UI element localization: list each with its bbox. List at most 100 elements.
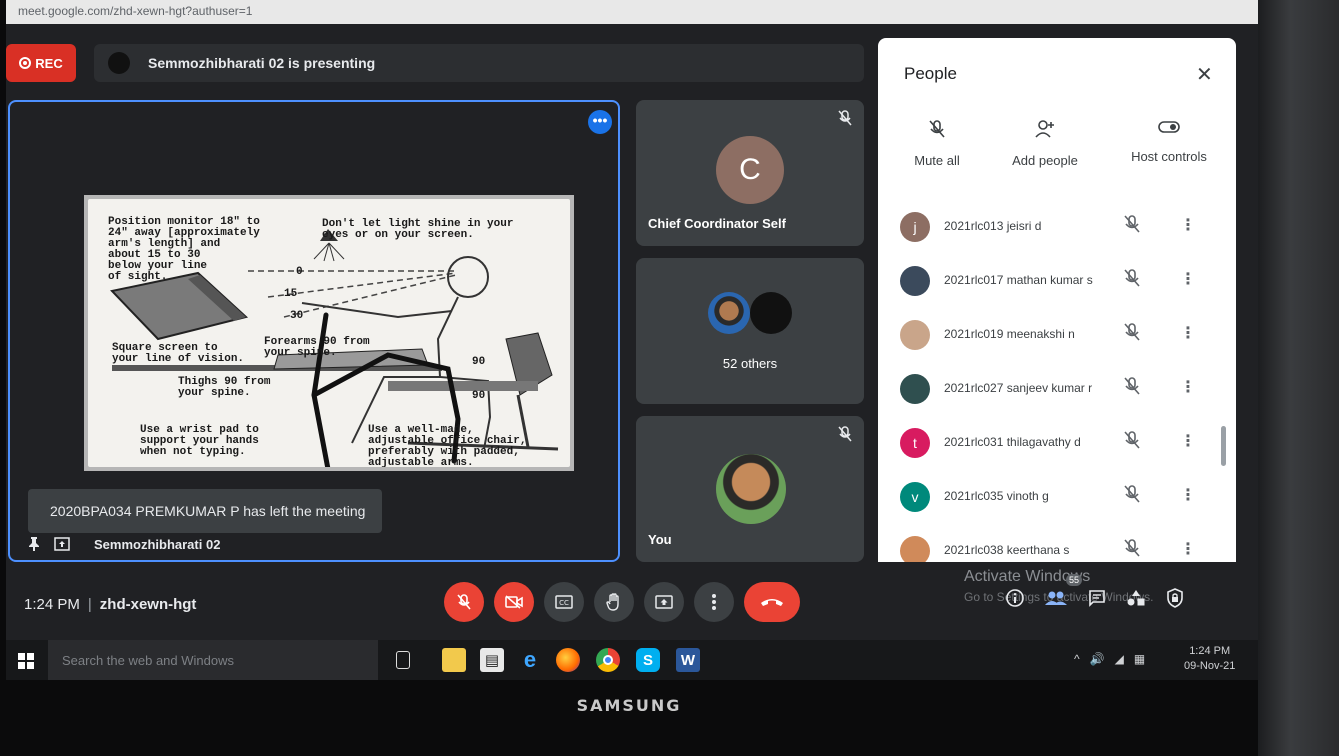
panel-title: People xyxy=(904,64,957,83)
skype-icon[interactable]: S xyxy=(636,648,660,672)
end-call-button[interactable] xyxy=(744,582,800,622)
edge-icon[interactable]: e xyxy=(518,647,542,672)
more-vert-icon[interactable]: ⋮ xyxy=(1180,539,1196,559)
slide-text-angle-0: 0 xyxy=(296,266,303,278)
scrollbar-thumb[interactable] xyxy=(1221,426,1226,466)
mute-all-button[interactable]: Mute all xyxy=(882,120,992,168)
participant-tile-chief[interactable]: C Chief Coordinator Self xyxy=(636,100,864,246)
chat-icon[interactable] xyxy=(1088,589,1106,607)
participant-name: 2021rlc017 mathan kumar s xyxy=(944,273,1093,287)
slide-text-chair: Use a well-made, adjustable office chair… xyxy=(368,424,527,468)
info-icon[interactable] xyxy=(1006,589,1024,607)
close-icon[interactable]: ✕ xyxy=(1196,62,1213,87)
store-icon[interactable]: ▤ xyxy=(480,648,504,672)
activities-icon[interactable] xyxy=(1126,589,1146,607)
participant-name: You xyxy=(648,532,672,547)
participant-name: 2021rlc019 meenakshi n xyxy=(944,327,1075,341)
task-view-icon[interactable] xyxy=(396,651,410,669)
volume-icon[interactable]: 🔊 xyxy=(1090,652,1105,666)
present-screen-icon xyxy=(655,595,673,609)
mic-toggle-button[interactable] xyxy=(444,582,484,622)
pin-icon[interactable] xyxy=(28,537,40,551)
address-url[interactable]: meet.google.com/zhd-xewn-hgt?authuser=1 xyxy=(18,4,252,18)
camera-toggle-button[interactable] xyxy=(494,582,534,622)
present-now-button[interactable] xyxy=(644,582,684,622)
avatar xyxy=(900,374,930,404)
presenter-label-row: Semmozhibharati 02 xyxy=(28,534,220,554)
slide-text-deg-90b: 90 xyxy=(472,390,486,402)
mic-off-icon[interactable] xyxy=(1124,431,1140,449)
more-vert-icon[interactable]: ⋮ xyxy=(1180,377,1196,397)
more-vert-icon[interactable]: ⋮ xyxy=(1180,323,1196,343)
people-icon[interactable] xyxy=(1044,590,1068,606)
add-people-button[interactable]: Add people xyxy=(990,120,1100,168)
slide-text-square: Square screen to your line of vision. xyxy=(112,342,245,365)
mute-all-label: Mute all xyxy=(914,153,960,168)
avatar: C xyxy=(716,136,784,204)
raise-hand-button[interactable] xyxy=(594,582,634,622)
address-bar[interactable]: meet.google.com/zhd-xewn-hgt?authuser=1 xyxy=(6,0,1258,24)
mic-off-icon[interactable] xyxy=(1124,215,1140,233)
participant-tile-others[interactable]: 52 others xyxy=(636,258,864,404)
monitor-bezel-bottom xyxy=(0,680,1258,756)
notifications-icon[interactable]: ▦ xyxy=(1134,652,1145,666)
more-options-button[interactable] xyxy=(694,582,734,622)
avatar xyxy=(708,292,750,334)
participant-name: 2021rlc038 keerthana s xyxy=(944,543,1070,557)
wifi-icon[interactable]: ◢ xyxy=(1115,652,1124,666)
participant-row[interactable]: 2021rlc027 sanjeev kumar r ⋮ xyxy=(878,360,1236,414)
slide-text-light: Don't let light shine in your eyes or on… xyxy=(322,218,514,241)
word-icon[interactable]: W xyxy=(676,648,700,672)
avatar xyxy=(900,320,930,350)
participant-row[interactable]: j 2021rlc013 jeisri d ⋮ xyxy=(878,198,1236,252)
file-explorer-icon[interactable] xyxy=(442,648,466,672)
presenter-name: Semmozhibharati 02 xyxy=(94,536,221,552)
captions-button[interactable]: CC xyxy=(544,582,584,622)
more-vert-icon[interactable]: ⋮ xyxy=(1180,431,1196,451)
camera-off-icon xyxy=(505,595,523,609)
lock-shield-icon[interactable] xyxy=(1166,588,1184,608)
mic-off-icon[interactable] xyxy=(1124,377,1140,395)
meeting-code[interactable]: zhd-xewn-hgt xyxy=(100,596,197,613)
windows-start-icon[interactable] xyxy=(18,653,34,669)
taskbar-time: 1:24 PM xyxy=(1189,645,1231,657)
taskbar-clock[interactable]: 1:24 PM 09-Nov-21 xyxy=(1184,644,1235,674)
recording-badge[interactable]: REC xyxy=(6,44,76,82)
monitor-bezel-right xyxy=(1258,0,1339,756)
host-controls-label: Host controls xyxy=(1131,149,1207,164)
mic-off-icon[interactable] xyxy=(1124,485,1140,503)
participant-row[interactable]: 2021rlc017 mathan kumar s ⋮ xyxy=(878,252,1236,306)
presentation-tile[interactable]: ••• Position monitor 18" to 24" away [ap… xyxy=(8,100,620,562)
avatar: v xyxy=(900,482,930,512)
more-vert-icon[interactable]: ⋮ xyxy=(1180,269,1196,289)
participant-count-badge: 55 xyxy=(1066,574,1083,586)
mic-off-icon[interactable] xyxy=(1124,539,1140,557)
participant-row[interactable]: 2021rlc019 meenakshi n ⋮ xyxy=(878,306,1236,360)
more-vert-icon[interactable]: ⋮ xyxy=(1180,215,1196,235)
participant-row[interactable]: t 2021rlc031 thilagavathy d ⋮ xyxy=(878,414,1236,468)
participant-name: 2021rlc035 vinoth g xyxy=(944,489,1049,503)
firefox-icon[interactable] xyxy=(556,648,580,672)
participant-row[interactable]: 2021rlc038 keerthana s ⋮ xyxy=(878,522,1236,562)
taskbar-search-box[interactable]: Search the web and Windows xyxy=(48,640,378,680)
slide-content: Position monitor 18" to 24" away [approx… xyxy=(88,199,570,467)
participant-row[interactable]: v 2021rlc035 vinoth g ⋮ xyxy=(878,468,1236,522)
present-screen-icon xyxy=(54,537,70,551)
add-people-label: Add people xyxy=(1012,153,1078,168)
chevron-up-icon[interactable]: ^ xyxy=(1074,652,1080,666)
chrome-icon[interactable] xyxy=(596,648,620,672)
participant-tile-you[interactable]: You xyxy=(636,416,864,562)
slide-text-forearms: Forearms 90 from your spine. xyxy=(264,336,370,359)
avatar xyxy=(900,266,930,296)
mic-off-icon[interactable] xyxy=(1124,323,1140,341)
hand-icon xyxy=(606,593,619,611)
screen: meet.google.com/zhd-xewn-hgt?authuser=1 … xyxy=(6,0,1258,680)
more-vert-icon[interactable]: ⋮ xyxy=(1180,485,1196,505)
add-person-icon xyxy=(1035,120,1054,138)
mic-off-icon[interactable] xyxy=(1124,269,1140,287)
host-controls-button[interactable]: Host controls xyxy=(1114,120,1224,164)
mic-off-icon xyxy=(838,110,852,126)
side-controls xyxy=(1006,588,1184,608)
mic-off-icon xyxy=(457,594,471,610)
tile-more-options-button[interactable]: ••• xyxy=(588,110,612,134)
